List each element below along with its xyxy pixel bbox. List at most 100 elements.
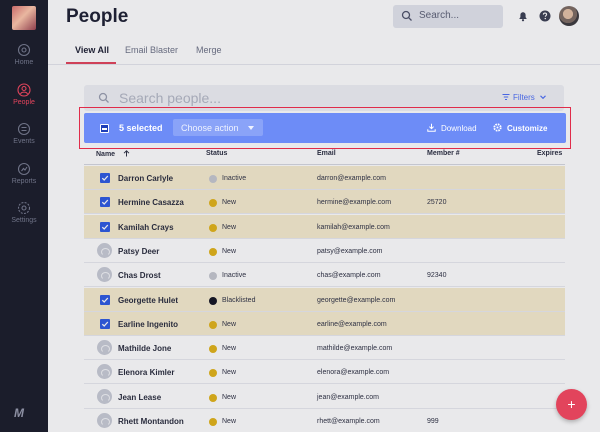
avatar[interactable]: [97, 413, 112, 428]
sort-ascending-icon: [123, 150, 130, 157]
email-text: kamilah@example.com: [317, 223, 390, 231]
person-name[interactable]: Kamilah Crays: [118, 223, 174, 232]
person-name[interactable]: Patsy Deer: [118, 247, 159, 256]
sidebar-item-people[interactable]: People: [0, 83, 48, 119]
download-label: Download: [441, 124, 477, 133]
sidebar-item-settings[interactable]: Settings: [0, 201, 48, 237]
status-text: New: [222, 345, 237, 353]
status-dot: [209, 175, 217, 183]
member-number: 92340: [427, 272, 447, 280]
organization-avatar[interactable]: [12, 6, 36, 30]
person-name[interactable]: Chas Drost: [118, 271, 161, 280]
status-dot: [209, 223, 217, 232]
filters-button[interactable]: Filters: [502, 93, 546, 102]
bulk-selection-bar: 5 selected Choose action Download Custom…: [84, 113, 566, 143]
email-text: rhett@example.com: [317, 418, 380, 425]
status-dot: [209, 369, 217, 378]
customize-label: Customize: [507, 124, 548, 133]
table-row[interactable]: Kamilah Crays New kamilah@example.com: [84, 214, 565, 239]
choose-action-dropdown[interactable]: Choose action: [173, 119, 263, 136]
table-row[interactable]: Darron Carlyle Inactive darron@example.com: [84, 166, 565, 190]
avatar[interactable]: [97, 242, 112, 258]
table-row[interactable]: Elenora Kimler New elenora@example.com: [84, 360, 565, 385]
table-row[interactable]: Mathilde Jone New mathilde@example.com: [84, 336, 565, 361]
person-name[interactable]: Georgette Hulet: [118, 296, 178, 305]
chevron-down-icon: [248, 126, 254, 130]
download-button[interactable]: Download: [427, 123, 477, 133]
email-text: mathilde@example.com: [317, 345, 393, 353]
status-dot: [209, 272, 217, 281]
search-placeholder: Search...: [419, 10, 460, 21]
sidebar-item-events[interactable]: Events: [0, 122, 48, 158]
person-name[interactable]: Darron Carlyle: [118, 174, 173, 183]
checkmark-icon: [101, 297, 109, 303]
table-header-divider: [84, 164, 565, 165]
email-text: jean@example.com: [317, 393, 379, 401]
page-title: People: [66, 6, 129, 27]
add-person-button[interactable]: +: [556, 389, 587, 420]
person-name[interactable]: Rhett Montandon: [118, 417, 184, 426]
status-text: New: [222, 247, 237, 255]
table-row[interactable]: Patsy Deer New patsy@example.com: [84, 238, 565, 263]
email-text: chas@example.com: [317, 272, 381, 280]
person-name[interactable]: Mathilde Jone: [118, 344, 171, 353]
person-name[interactable]: Jean Lease: [118, 393, 161, 402]
table-row[interactable]: Rhett Montandon New rhett@example.com 999: [84, 409, 565, 432]
status-text: New: [222, 393, 237, 401]
row-checkbox[interactable]: [100, 294, 110, 305]
global-search-input[interactable]: Search...: [393, 5, 503, 28]
email-text: patsy@example.com: [317, 247, 383, 255]
checkmark-icon: [101, 175, 109, 181]
tab-email-blaster[interactable]: Email Blaster: [125, 45, 178, 55]
status-text: Blacklisted: [222, 296, 256, 304]
table-row[interactable]: Chas Drost Inactive chas@example.com 92340: [84, 263, 565, 288]
status-text: New: [222, 418, 237, 425]
table-row[interactable]: Georgette Hulet Blacklisted georgette@exam…: [84, 287, 565, 312]
row-checkbox[interactable]: [100, 221, 110, 232]
column-header-email[interactable]: Email: [317, 150, 336, 157]
status-text: Inactive: [222, 272, 247, 280]
gear-icon: [17, 201, 31, 215]
choose-action-label: Choose action: [181, 123, 239, 133]
column-header-name[interactable]: Name: [96, 150, 130, 158]
bell-icon[interactable]: [517, 10, 529, 22]
person-name[interactable]: Elenora Kimler: [118, 368, 174, 377]
help-icon[interactable]: [539, 10, 551, 22]
sidebar-item-reports[interactable]: Reports: [0, 162, 48, 198]
status-dot: [209, 393, 217, 402]
sidebar-item-label: Settings: [11, 217, 37, 224]
tab-view-all[interactable]: View All: [75, 45, 109, 55]
column-header-expires[interactable]: Expires: [537, 150, 562, 157]
status-dot: [209, 199, 217, 208]
person-name[interactable]: Earline Ingenito: [118, 320, 178, 329]
email-text: elenora@example.com: [317, 369, 390, 377]
status-text: Inactive: [222, 175, 247, 182]
table-row[interactable]: Earline Ingenito New earline@example.com: [84, 311, 565, 336]
app-logo: M: [14, 406, 24, 420]
checkmark-icon: [101, 224, 109, 230]
table-row[interactable]: Hermine Casazza New hermine@example.com 257…: [84, 190, 565, 215]
tab-merge[interactable]: Merge: [196, 45, 222, 55]
customize-button[interactable]: Customize: [493, 123, 547, 133]
status-dot: [209, 345, 217, 354]
column-header-status[interactable]: Status: [206, 150, 227, 157]
row-checkbox[interactable]: [100, 173, 110, 183]
status-text: New: [222, 320, 237, 328]
avatar[interactable]: [97, 388, 112, 404]
email-text: earline@example.com: [317, 320, 387, 328]
user-avatar[interactable]: [559, 6, 579, 26]
download-icon: [427, 123, 436, 132]
home-icon: [17, 43, 31, 57]
select-all-checkbox[interactable]: [100, 124, 109, 133]
column-header-member[interactable]: Member #: [427, 150, 460, 157]
row-checkbox[interactable]: [100, 318, 110, 329]
tabs-divider: [48, 64, 600, 65]
avatar[interactable]: [97, 364, 112, 380]
email-text: darron@example.com: [317, 175, 386, 182]
sidebar-item-home[interactable]: Home: [0, 43, 48, 79]
avatar[interactable]: [97, 340, 112, 356]
avatar[interactable]: [97, 267, 112, 283]
row-checkbox[interactable]: [100, 197, 110, 208]
person-name[interactable]: Hermine Casazza: [118, 198, 184, 207]
table-row[interactable]: Jean Lease New jean@example.com: [84, 384, 565, 409]
